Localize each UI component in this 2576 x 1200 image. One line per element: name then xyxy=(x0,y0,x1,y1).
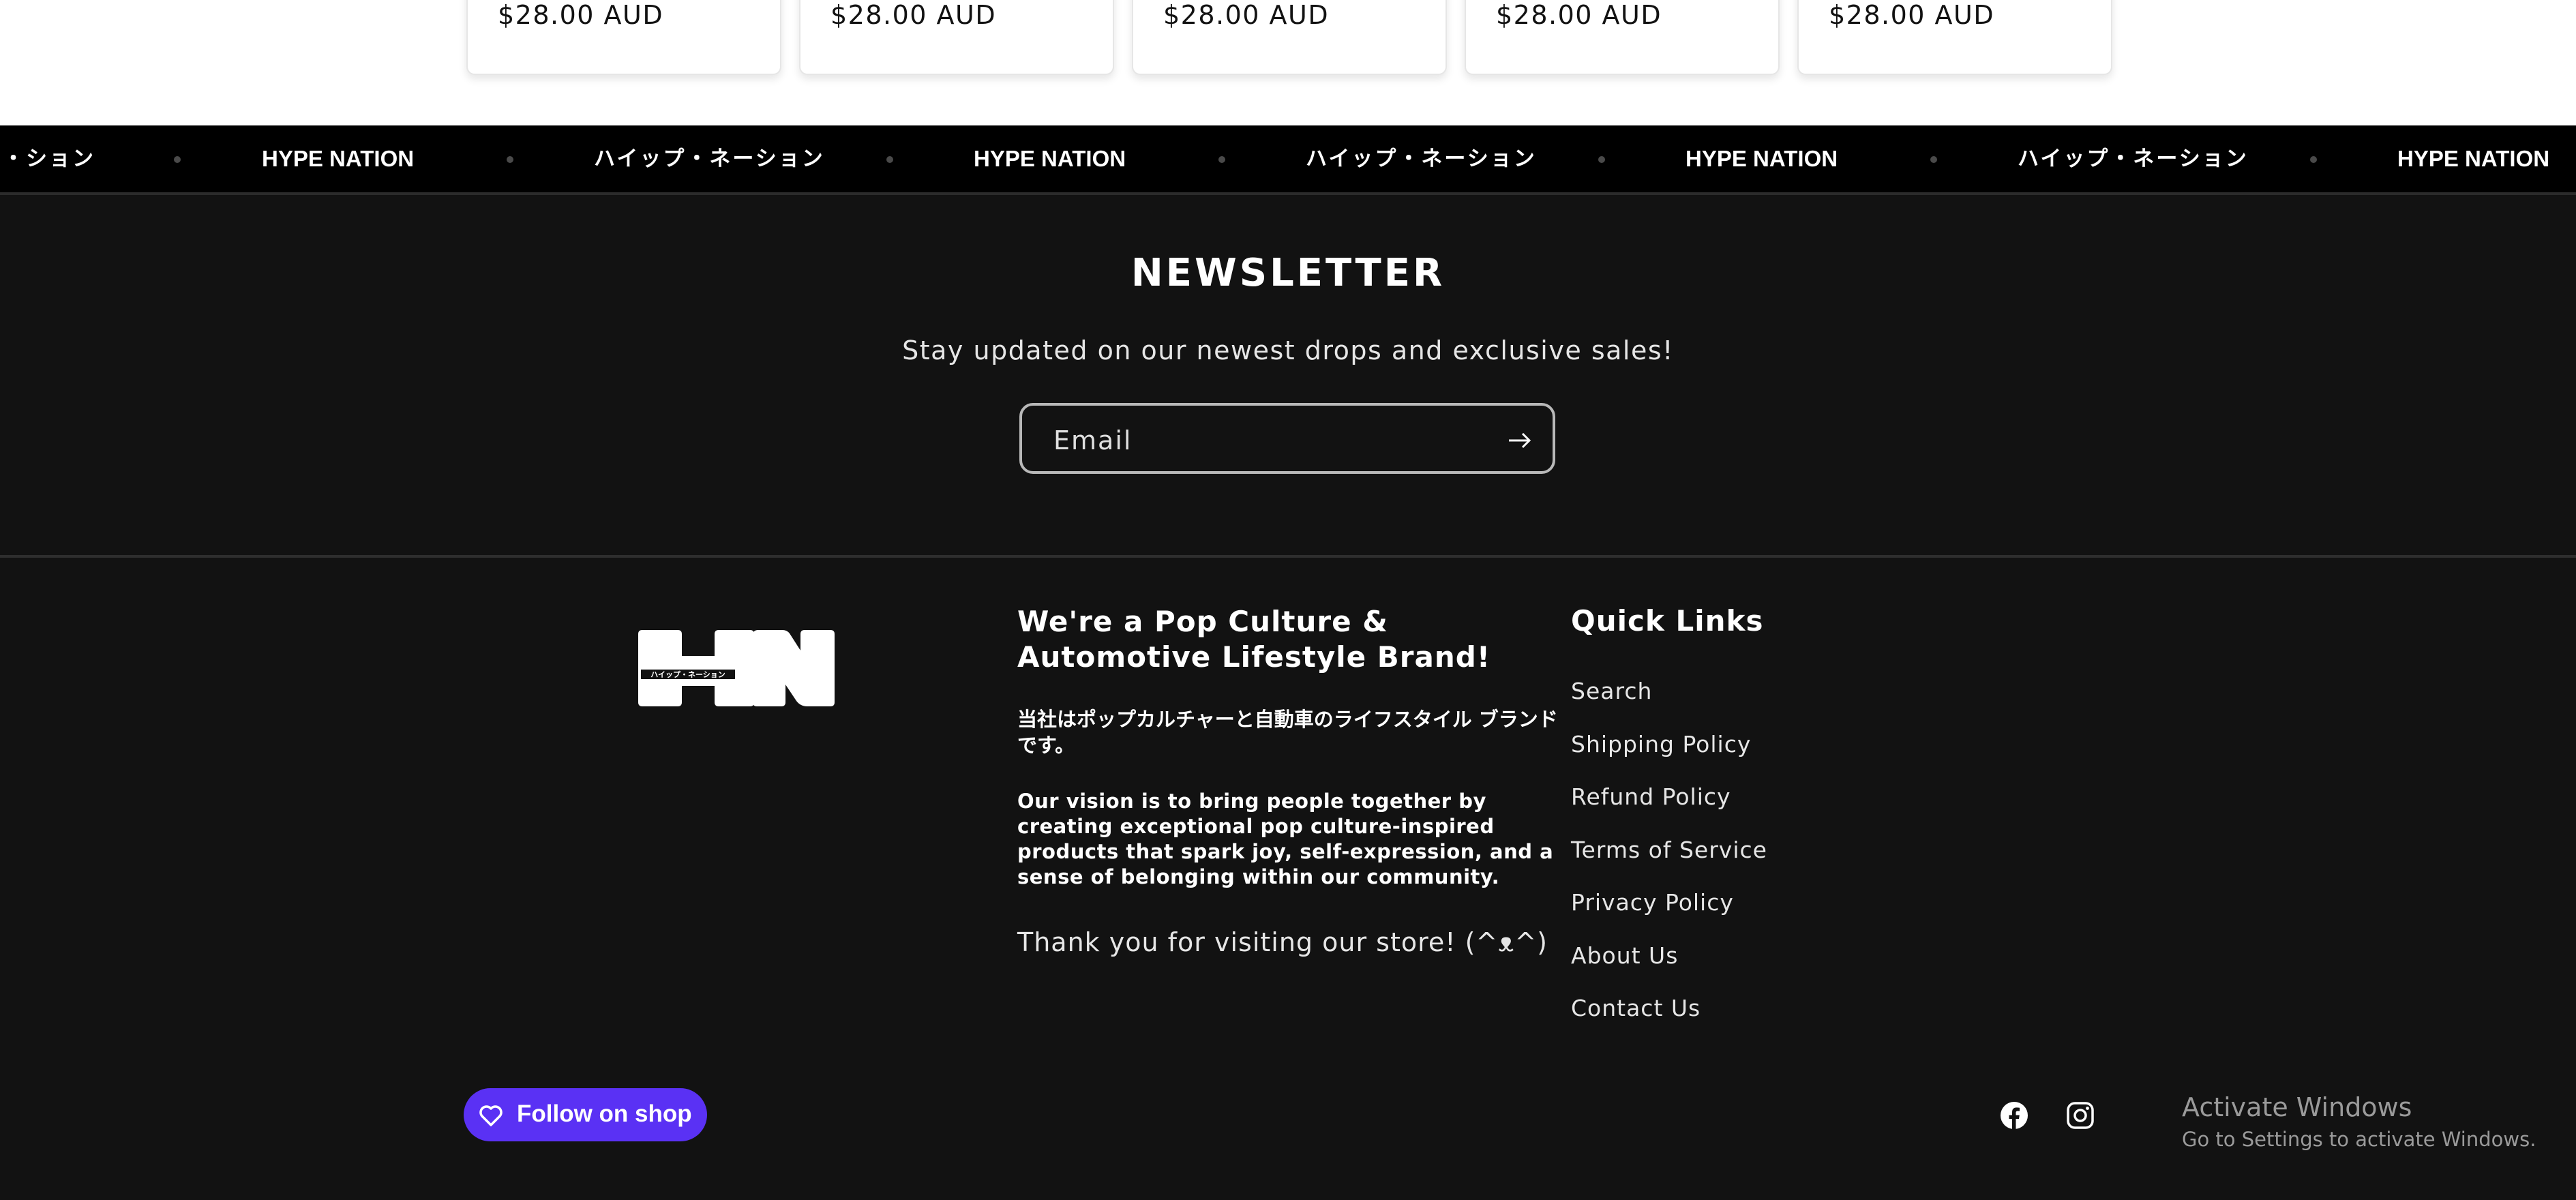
thanks-message: Thank you for visiting our store! (^ᴥ^) xyxy=(1017,927,1548,957)
marquee-item: ハイップ・ネーション xyxy=(594,147,825,171)
facebook-icon xyxy=(2001,1102,2028,1129)
marquee-item: ハイップ・ネーション xyxy=(1306,147,1537,171)
separator-dot xyxy=(174,156,181,163)
marquee-item: HYPE NATION xyxy=(262,146,415,171)
facebook-link[interactable] xyxy=(1999,1100,2029,1130)
separator-dot xyxy=(2310,156,2317,163)
product-price: $28.00 AUD xyxy=(1829,0,1995,30)
quick-link-privacy-policy[interactable]: Privacy Policy xyxy=(1571,889,1767,942)
section-divider xyxy=(0,555,2576,558)
separator-dot xyxy=(1930,156,1937,163)
logo-subtext: ハイップ・ネーション xyxy=(650,670,725,679)
product-price: $28.00 AUD xyxy=(1163,0,1330,30)
product-strip: $28.00 AUD $28.00 AUD $28.00 AUD $28.00 … xyxy=(0,0,2576,125)
about-heading: We're a Pop Culture & Automotive Lifesty… xyxy=(1017,605,1491,674)
quick-link-search[interactable]: Search xyxy=(1571,678,1767,731)
separator-dot xyxy=(507,156,513,163)
quick-links-heading: Quick Links xyxy=(1571,604,1764,638)
hn-logo-icon: ハイップ・ネーション xyxy=(638,630,835,706)
email-input[interactable] xyxy=(1052,421,1491,460)
product-price: $28.00 AUD xyxy=(830,0,997,30)
separator-dot xyxy=(1218,156,1225,163)
quick-links-list: Search Shipping Policy Refund Policy Ter… xyxy=(1571,678,1767,1048)
newsletter-title: NEWSLETTER xyxy=(1130,251,1446,295)
quick-link-terms-of-service[interactable]: Terms of Service xyxy=(1571,837,1767,890)
follow-on-shop-button[interactable]: Follow on shop xyxy=(464,1088,707,1141)
quick-link-shipping-policy[interactable]: Shipping Policy xyxy=(1571,731,1767,784)
subscribe-button[interactable] xyxy=(1502,423,1536,457)
instagram-link[interactable] xyxy=(2065,1100,2095,1130)
product-card[interactable]: $28.00 AUD xyxy=(466,0,781,75)
marquee-item: ハイップ・ネーション xyxy=(2018,147,2249,171)
heart-icon xyxy=(479,1105,503,1126)
separator-dot xyxy=(886,156,893,163)
marquee-item: ・ション xyxy=(3,147,95,171)
product-card[interactable]: $28.00 AUD xyxy=(1132,0,1447,75)
quick-link-about-us[interactable]: About Us xyxy=(1571,942,1767,995)
brand-logo[interactable]: ハイップ・ネーション xyxy=(638,630,835,706)
product-card[interactable]: $28.00 AUD xyxy=(1465,0,1780,75)
instagram-icon xyxy=(2067,1102,2094,1129)
arrow-right-icon xyxy=(1509,432,1531,449)
watermark-title: Activate Windows xyxy=(2182,1092,2412,1122)
product-card[interactable]: $28.00 AUD xyxy=(799,0,1114,75)
marquee-item: HYPE NATION xyxy=(2397,146,2550,171)
product-card[interactable]: $28.00 AUD xyxy=(1797,0,2112,75)
product-price: $28.00 AUD xyxy=(498,0,664,30)
about-vision: Our vision is to bring people together b… xyxy=(1017,790,1554,888)
about-japanese: 当社はポップカルチャーと自動車のライフスタイル ブランドです。 xyxy=(1017,708,1558,757)
product-price: $28.00 AUD xyxy=(1496,0,1662,30)
email-field-container xyxy=(1019,403,1555,474)
marquee-item: HYPE NATION xyxy=(974,146,1126,171)
windows-activation-watermark: Activate Windows Go to Settings to activ… xyxy=(2182,1092,2536,1151)
follow-button-label: Follow on shop xyxy=(517,1100,692,1127)
watermark-subtitle: Go to Settings to activate Windows. xyxy=(2182,1128,2536,1151)
quick-link-refund-policy[interactable]: Refund Policy xyxy=(1571,783,1767,837)
newsletter-subtitle: Stay updated on our newest drops and exc… xyxy=(902,335,1674,365)
marquee-item: HYPE NATION xyxy=(1686,146,1838,171)
marquee-banner: ・ション HYPE NATION ハイップ・ネーション HYPE NATION … xyxy=(0,125,2576,195)
separator-dot xyxy=(1598,156,1605,163)
quick-link-contact-us[interactable]: Contact Us xyxy=(1571,995,1767,1048)
